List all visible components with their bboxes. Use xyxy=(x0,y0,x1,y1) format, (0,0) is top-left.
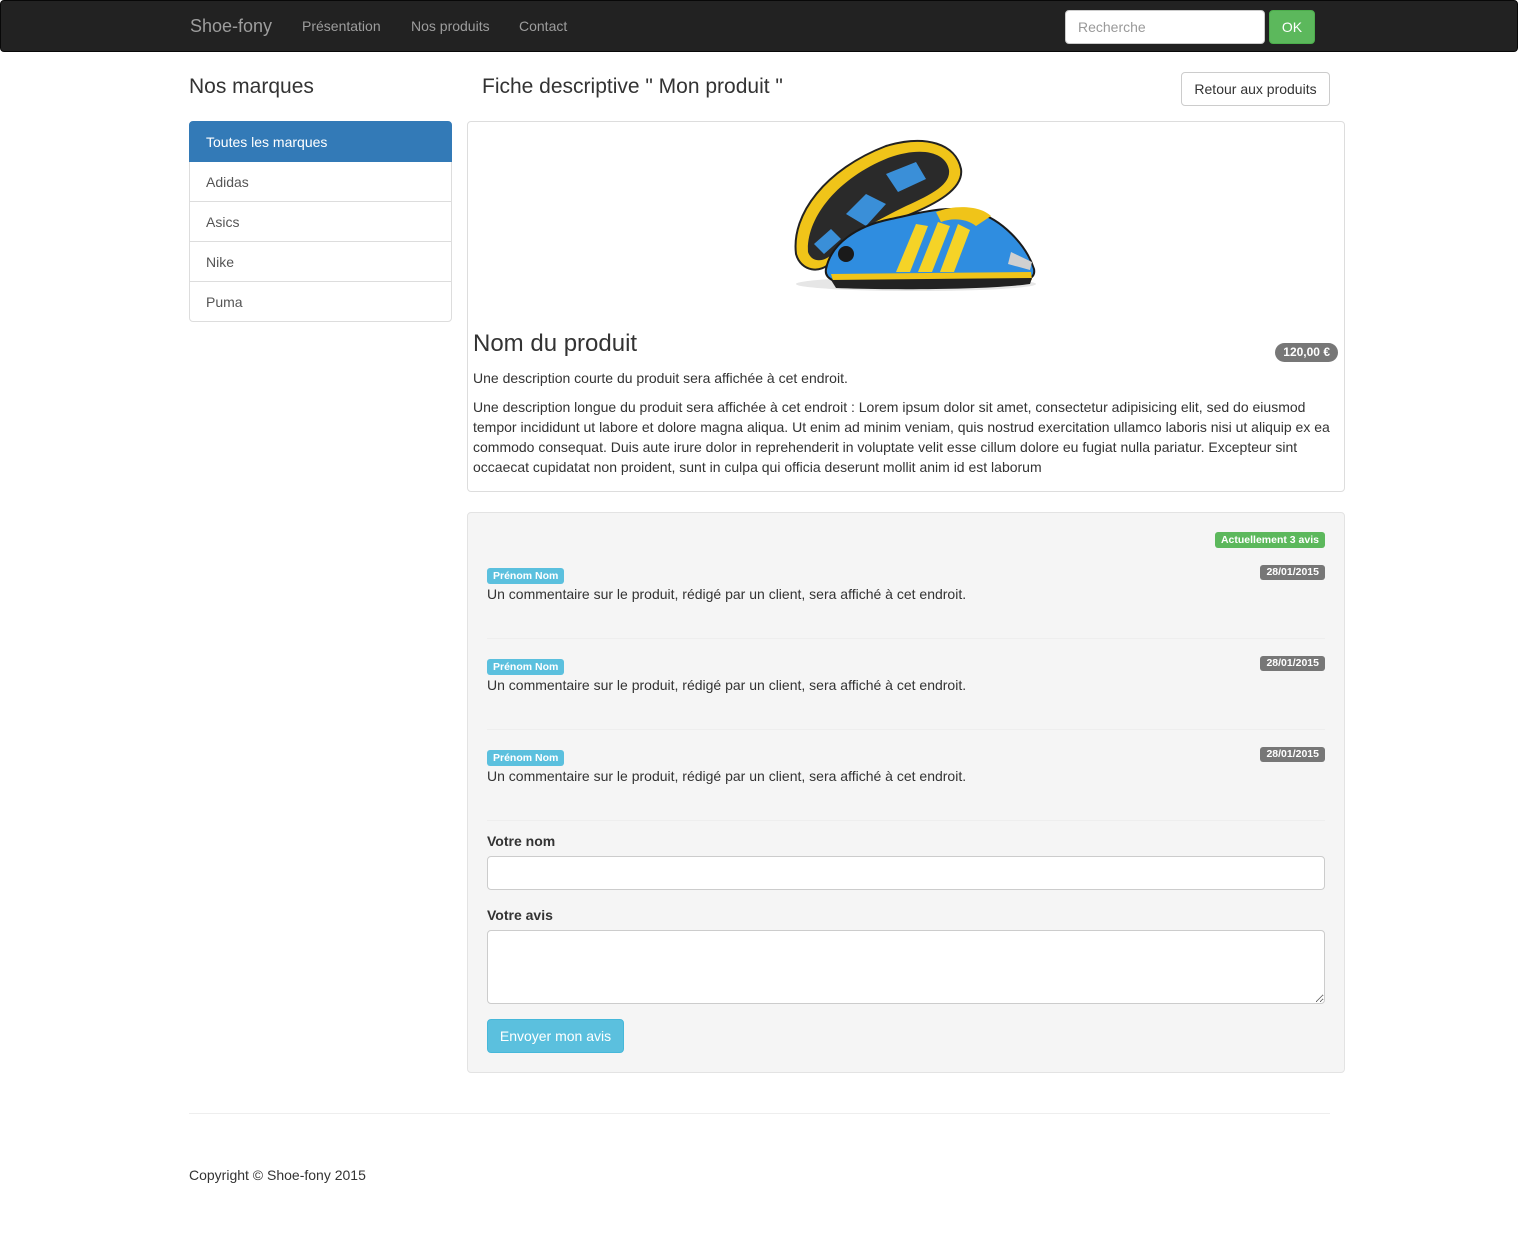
page-title: Fiche descriptive " Mon produit " xyxy=(482,75,783,98)
product-short-description: Une description courte du produit sera a… xyxy=(473,370,848,386)
product-panel: Nom du produit 120,00 € Une description … xyxy=(467,121,1345,492)
brand-item-asics[interactable]: Asics xyxy=(189,201,452,242)
nav-link-presentation[interactable]: Présentation xyxy=(302,18,381,34)
name-field-label: Votre nom xyxy=(487,833,556,849)
brand-item-puma[interactable]: Puma xyxy=(189,281,452,322)
review-date-label: 28/01/2015 xyxy=(1260,565,1325,580)
review-date-label: 28/01/2015 xyxy=(1260,656,1325,671)
brand-list: Toutes les marques Adidas Asics Nike Pum… xyxy=(189,121,452,322)
review-author-label: Prénom Nom xyxy=(487,659,565,675)
sidebar-title: Nos marques xyxy=(189,75,314,98)
copyright-text: Copyright © Shoe-fony 2015 xyxy=(189,1167,366,1183)
nav-link-products[interactable]: Nos produits xyxy=(411,18,490,34)
brand-item-adidas[interactable]: Adidas xyxy=(189,161,452,202)
review-text: Un commentaire sur le produit, rédigé pa… xyxy=(487,768,967,784)
brand-link[interactable]: Shoe-fony xyxy=(190,16,272,36)
review-author-label: Prénom Nom xyxy=(487,568,565,584)
nav-link-contact[interactable]: Contact xyxy=(519,18,567,34)
search-button[interactable]: OK xyxy=(1269,10,1315,44)
review-item: Prénom Nom 28/01/2015 Un commentaire sur… xyxy=(487,730,1325,821)
review-item: Prénom Nom 28/01/2015 Un commentaire sur… xyxy=(487,548,1325,639)
submit-review-button[interactable]: Envoyer mon avis xyxy=(487,1019,624,1053)
review-count-badge: Actuellement 3 avis xyxy=(1214,532,1325,548)
price-badge: 120,00 € xyxy=(1275,343,1338,362)
brand-item-nike[interactable]: Nike xyxy=(189,241,452,282)
top-navbar: Shoe-fony Présentation Nos produits Cont… xyxy=(0,0,1518,52)
review-divider xyxy=(487,820,1325,821)
name-field[interactable] xyxy=(487,856,1325,890)
review-item: Prénom Nom 28/01/2015 Un commentaire sur… xyxy=(487,639,1325,730)
review-date-label: 28/01/2015 xyxy=(1260,747,1325,762)
product-name: Nom du produit xyxy=(473,330,638,357)
footer-divider xyxy=(189,1113,1330,1114)
brand-item-all[interactable]: Toutes les marques xyxy=(189,121,452,162)
review-author-label: Prénom Nom xyxy=(487,750,565,766)
product-image xyxy=(794,139,1036,291)
product-long-description: Une description longue du produit sera a… xyxy=(473,399,1330,475)
search-input[interactable] xyxy=(1065,10,1265,44)
review-textarea[interactable] xyxy=(487,930,1325,1004)
review-text: Un commentaire sur le produit, rédigé pa… xyxy=(487,586,967,602)
review-text: Un commentaire sur le produit, rédigé pa… xyxy=(487,677,967,693)
reviews-section: Actuellement 3 avis Prénom Nom 28/01/201… xyxy=(467,512,1345,1073)
review-field-label: Votre avis xyxy=(487,907,553,923)
back-to-products-button[interactable]: Retour aux produits xyxy=(1181,72,1330,106)
